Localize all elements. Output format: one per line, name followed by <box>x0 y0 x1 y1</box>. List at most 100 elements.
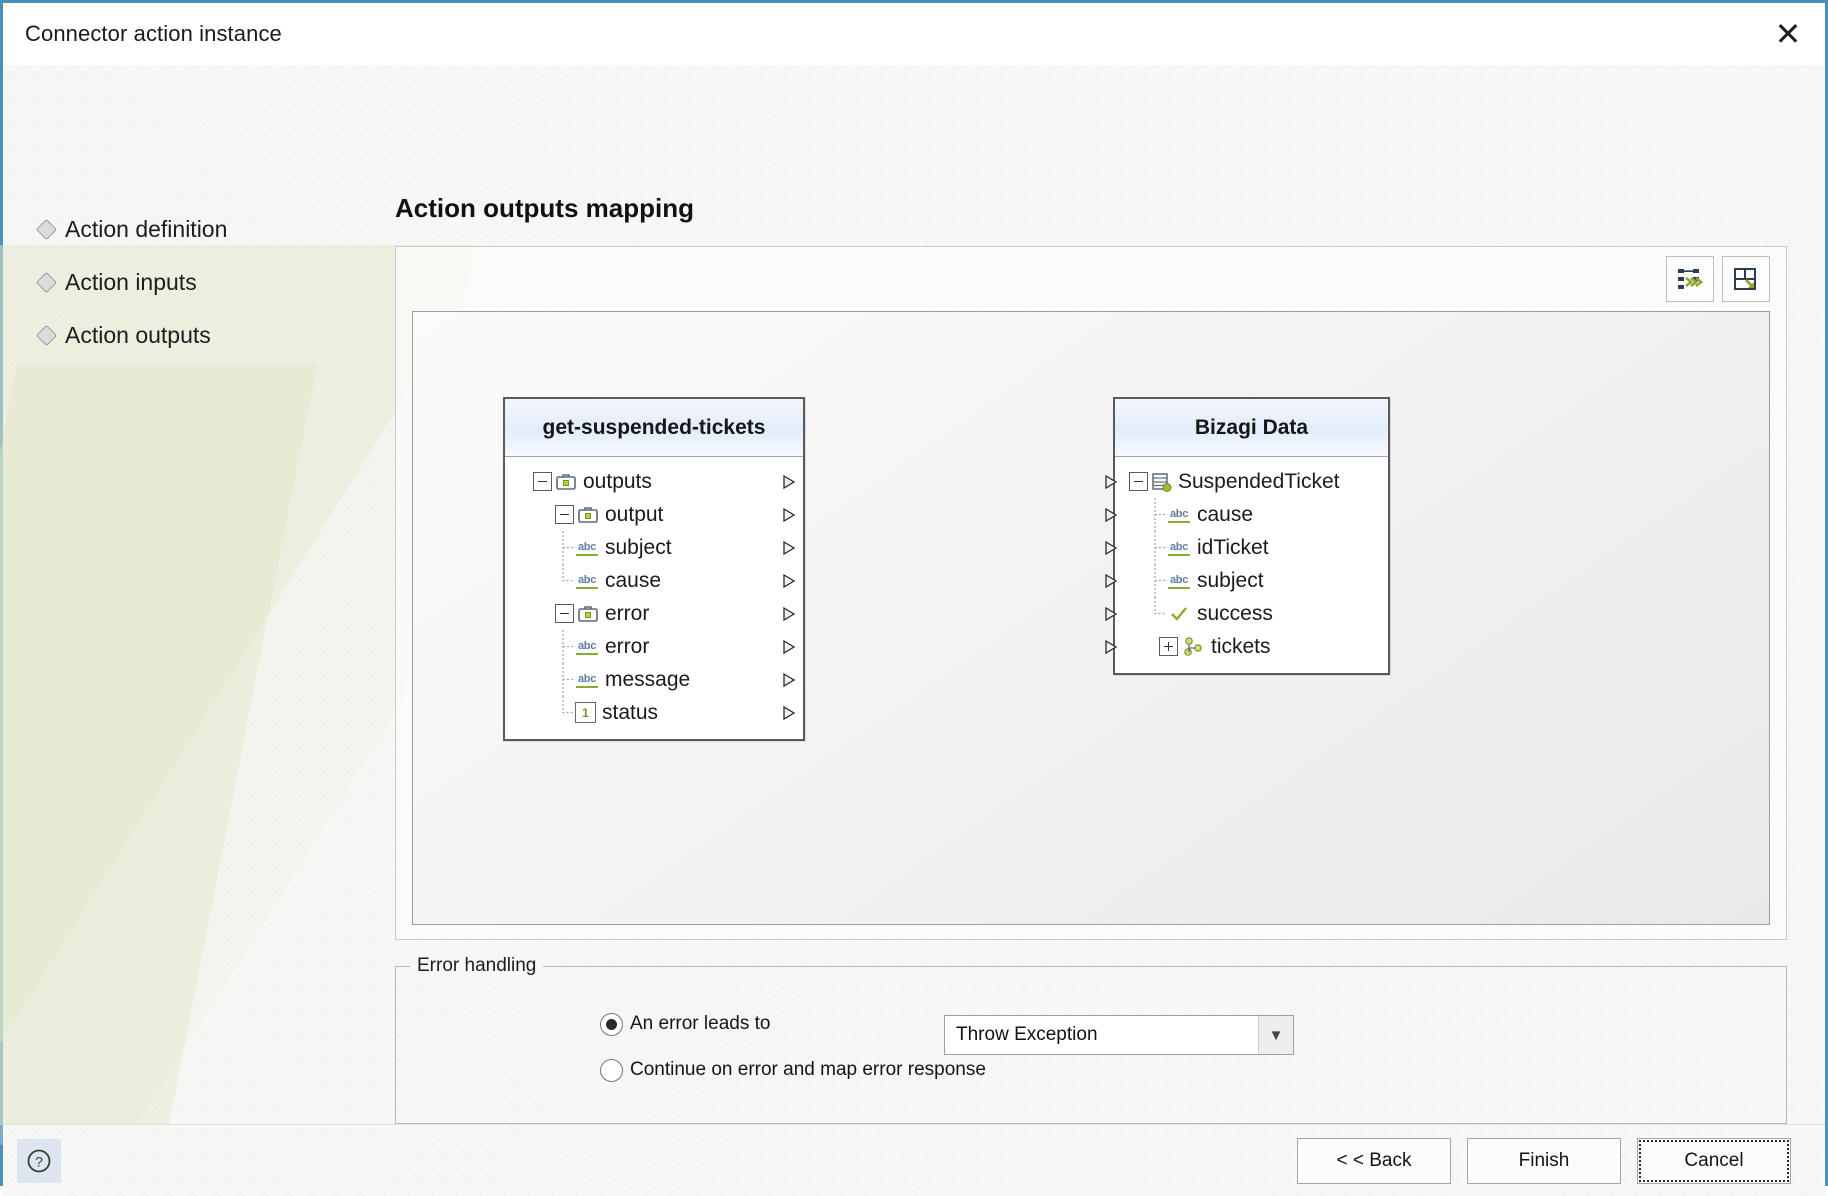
sidebar-item-action-inputs[interactable]: Action inputs <box>3 256 395 309</box>
error-handling-legend: Error handling <box>410 955 543 977</box>
number-icon: 1 <box>575 702 596 723</box>
collapse-expander-icon[interactable] <box>555 604 574 623</box>
source-panel-title: get-suspended-tickets <box>505 399 803 457</box>
tree-node-status[interactable]: 1 status <box>505 696 803 729</box>
tree-node-suspendedticket[interactable]: SuspendedTicket <box>1115 465 1388 498</box>
output-connector-arrow-icon[interactable] <box>781 540 797 556</box>
tree-node-message[interactable]: abc message <box>505 663 803 696</box>
abc-icon: abc <box>575 639 599 655</box>
tree-node-label: success <box>1197 602 1273 626</box>
tree-node-tickets[interactable]: tickets <box>1115 630 1388 663</box>
window-title: Connector action instance <box>25 21 282 47</box>
sidebar-item-action-definition[interactable]: Action definition <box>3 203 395 256</box>
page-title: Action outputs mapping <box>395 193 1787 224</box>
sidebar-item-label: Action inputs <box>65 269 197 296</box>
briefcase-icon <box>555 472 577 491</box>
collapse-expander-icon[interactable] <box>533 472 552 491</box>
checkmark-icon <box>1167 605 1191 623</box>
tree-node-label: cause <box>605 569 661 593</box>
tree-branch-icon <box>1151 498 1167 531</box>
radio-label-leads-to[interactable]: An error leads to <box>630 1013 770 1035</box>
tree-branch-icon <box>559 630 575 663</box>
input-connector-arrow-icon[interactable] <box>1103 507 1119 523</box>
save-layout-icon[interactable] <box>1722 256 1770 302</box>
mapping-canvas[interactable]: get-suspended-tickets outputs <box>412 311 1770 925</box>
input-connector-arrow-icon[interactable] <box>1103 540 1119 556</box>
collapse-expander-icon[interactable] <box>555 505 574 524</box>
briefcase-icon <box>577 505 599 524</box>
tree-node-label: SuspendedTicket <box>1178 470 1340 494</box>
back-button[interactable]: < < Back <box>1297 1138 1451 1184</box>
output-connector-arrow-icon[interactable] <box>781 672 797 688</box>
output-connector-arrow-icon[interactable] <box>781 639 797 655</box>
output-connector-arrow-icon[interactable] <box>781 507 797 523</box>
step-bullet-icon <box>36 272 57 293</box>
title-bar: Connector action instance ✕ <box>3 3 1825 65</box>
finish-button[interactable]: Finish <box>1467 1138 1621 1184</box>
source-tree: outputs <box>505 457 803 739</box>
wizard-step-nav: Action definition Action inputs Action o… <box>3 65 395 1124</box>
tree-node-label: error <box>605 602 649 626</box>
collapse-expander-icon[interactable] <box>1129 472 1148 491</box>
target-panel-title: Bizagi Data <box>1115 399 1388 457</box>
input-connector-arrow-icon[interactable] <box>1103 474 1119 490</box>
target-tree: SuspendedTicket abc cause <box>1115 457 1388 673</box>
tree-node-label: outputs <box>583 470 652 494</box>
main-content: Action outputs mapping <box>395 65 1825 1124</box>
abc-icon: abc <box>1167 507 1191 523</box>
tree-branch-icon <box>1151 531 1167 564</box>
cancel-button[interactable]: Cancel <box>1637 1138 1791 1184</box>
tree-node-target-cause[interactable]: abc cause <box>1115 498 1388 531</box>
tree-node-idticket[interactable]: abc idTicket <box>1115 531 1388 564</box>
tree-node-label: cause <box>1197 503 1253 527</box>
tree-node-success[interactable]: success <box>1115 597 1388 630</box>
step-bullet-icon <box>36 219 57 240</box>
error-action-dropdown-value: Throw Exception <box>945 1024 1258 1046</box>
input-connector-arrow-icon[interactable] <box>1103 639 1119 655</box>
sidebar-item-action-outputs[interactable]: Action outputs <box>3 309 395 362</box>
tree-branch-icon <box>1151 564 1167 597</box>
error-action-dropdown[interactable]: Throw Exception ▼ <box>944 1015 1294 1055</box>
tree-node-label: idTicket <box>1197 536 1269 560</box>
abc-icon: abc <box>575 573 599 589</box>
input-connector-arrow-icon[interactable] <box>1103 573 1119 589</box>
tree-node-cause[interactable]: abc cause <box>505 564 803 597</box>
collection-icon <box>1181 637 1205 657</box>
tree-node-outputs[interactable]: outputs <box>505 465 803 498</box>
output-connector-arrow-icon[interactable] <box>781 705 797 721</box>
step-bullet-icon <box>36 325 57 346</box>
auto-map-icon[interactable] <box>1666 256 1714 302</box>
dialog-body: Action definition Action inputs Action o… <box>3 65 1825 1124</box>
tree-node-label: tickets <box>1211 635 1271 659</box>
tree-node-label: subject <box>605 536 672 560</box>
mapping-panel: get-suspended-tickets outputs <box>395 246 1787 940</box>
tree-node-subject[interactable]: abc subject <box>505 531 803 564</box>
tree-branch-icon <box>559 531 575 564</box>
mapping-toolbar <box>396 247 1786 311</box>
sidebar-item-label: Action definition <box>65 216 227 243</box>
radio-an-error-leads-to[interactable] <box>600 1013 623 1036</box>
expand-expander-icon[interactable] <box>1159 637 1178 656</box>
tree-node-label: output <box>605 503 663 527</box>
chevron-down-icon[interactable]: ▼ <box>1258 1016 1293 1054</box>
help-icon[interactable]: ? <box>17 1139 61 1183</box>
output-connector-arrow-icon[interactable] <box>781 573 797 589</box>
output-connector-arrow-icon[interactable] <box>781 474 797 490</box>
radio-continue-on-error[interactable] <box>600 1059 623 1082</box>
sidebar-item-label: Action outputs <box>65 322 211 349</box>
source-tree-panel: get-suspended-tickets outputs <box>503 397 805 741</box>
briefcase-icon <box>577 604 599 623</box>
tree-branch-icon <box>1151 597 1167 630</box>
abc-icon: abc <box>575 540 599 556</box>
entity-icon <box>1151 472 1172 492</box>
close-icon[interactable]: ✕ <box>1751 4 1825 64</box>
radio-label-continue[interactable]: Continue on error and map error response <box>630 1059 986 1081</box>
tree-node-output[interactable]: output <box>505 498 803 531</box>
tree-node-error-group[interactable]: error <box>505 597 803 630</box>
abc-icon: abc <box>575 672 599 688</box>
input-connector-arrow-icon[interactable] <box>1103 606 1119 622</box>
tree-node-error-field[interactable]: abc error <box>505 630 803 663</box>
tree-branch-icon <box>559 663 575 696</box>
output-connector-arrow-icon[interactable] <box>781 606 797 622</box>
tree-node-target-subject[interactable]: abc subject <box>1115 564 1388 597</box>
